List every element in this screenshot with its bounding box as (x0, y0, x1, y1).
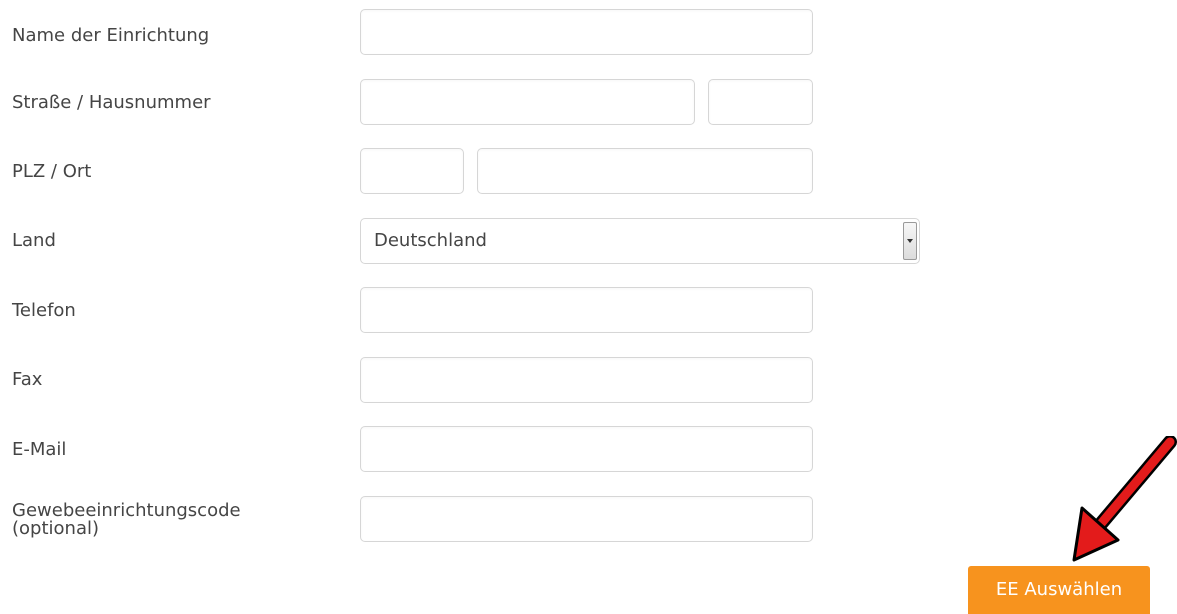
email-label: E-Mail (12, 439, 67, 460)
red-arrow-icon (1072, 436, 1177, 562)
fax-field-container (360, 357, 813, 403)
phone-input[interactable] (361, 288, 812, 332)
country-selected-value: Deutschland (374, 230, 487, 251)
ee-select-button[interactable]: EE Auswählen (968, 566, 1150, 614)
tissue-code-input[interactable] (361, 497, 812, 541)
name-field-container (360, 9, 813, 55)
street-label: Straße / Hausnummer (12, 92, 211, 113)
zip-field-container (360, 148, 464, 194)
zip-city-label: PLZ / Ort (12, 161, 92, 182)
email-field-container (360, 426, 813, 472)
street-input[interactable] (361, 80, 694, 124)
tissue-code-field-container (360, 496, 813, 542)
tissue-code-label: Gewebeeinrichtungscode (optional) (12, 502, 241, 538)
house-number-input[interactable] (709, 80, 812, 124)
chevron-down-icon (907, 239, 913, 243)
fax-label: Fax (12, 369, 43, 390)
fax-input[interactable] (361, 358, 812, 402)
phone-field-container (360, 287, 813, 333)
email-input[interactable] (361, 427, 812, 471)
name-input[interactable] (361, 10, 812, 54)
phone-label: Telefon (12, 300, 76, 321)
house-number-field-container (708, 79, 813, 125)
tissue-code-label-line2: (optional) (12, 518, 99, 539)
city-field-container (477, 148, 813, 194)
name-label: Name der Einrichtung (12, 25, 210, 46)
city-input[interactable] (478, 149, 812, 193)
country-select[interactable]: Deutschland (360, 218, 920, 264)
street-field-container (360, 79, 695, 125)
country-label: Land (12, 230, 56, 251)
dropdown-toggle[interactable] (903, 222, 917, 260)
zip-input[interactable] (361, 149, 463, 193)
